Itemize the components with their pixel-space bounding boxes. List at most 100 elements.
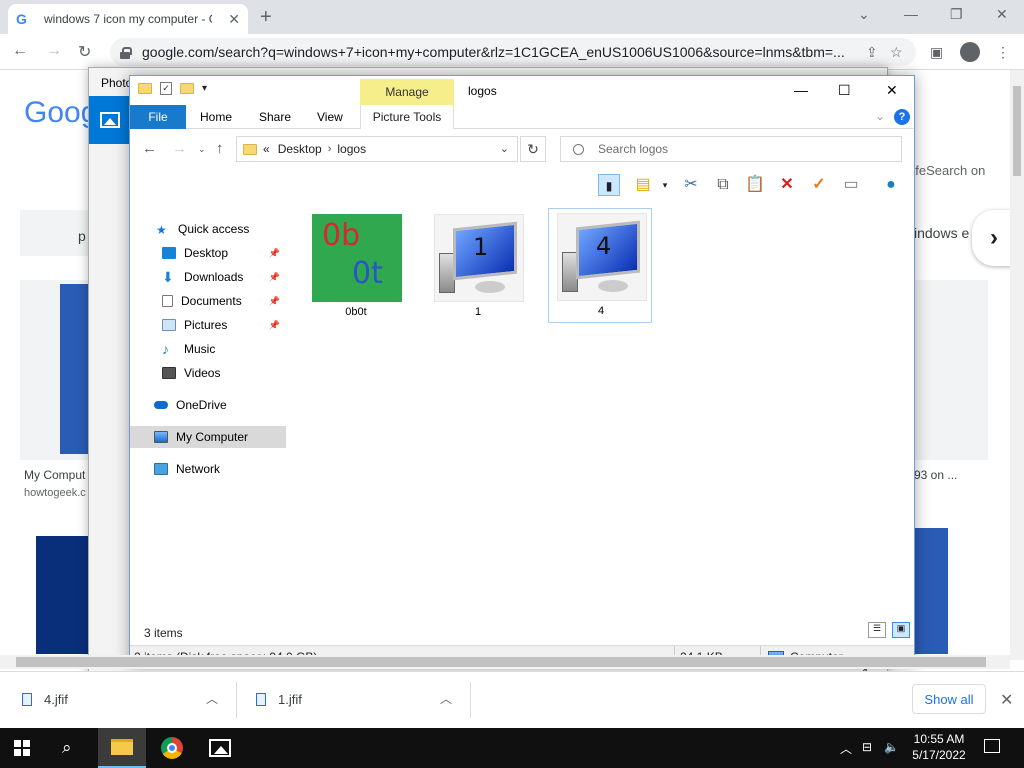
tab-home[interactable]: Home <box>200 110 232 124</box>
minimize-button[interactable]: — <box>904 6 918 22</box>
details-view-icon[interactable]: ☰ <box>868 622 886 638</box>
layout-icon[interactable]: ▤ <box>632 174 654 196</box>
properties-icon[interactable]: ✓ <box>160 82 172 95</box>
page-horizontal-scrollbar[interactable] <box>0 655 1010 669</box>
tab-view[interactable]: View <box>317 110 343 124</box>
safesearch-toggle[interactable]: afeSearch on <box>908 163 985 178</box>
chevron-up-icon[interactable]: ︿ <box>206 690 218 707</box>
nav-item-onedrive[interactable]: OneDrive <box>130 394 286 416</box>
image-result-caption[interactable]: My Comput <box>24 468 85 482</box>
scrollbar-thumb[interactable] <box>1013 86 1021 176</box>
file-item-0b0t[interactable]: 0b 0t 0b0t <box>304 210 408 325</box>
search-icon[interactable]: ⌕ <box>62 738 72 758</box>
preview-pane-icon[interactable]: ▮ <box>598 174 620 196</box>
download-item-1-jfif[interactable]: 1.jfif <box>256 692 302 707</box>
image-result-thumbnail-2[interactable] <box>36 536 96 654</box>
address-box[interactable]: « Desktop › logos ⌄ <box>236 136 518 162</box>
restore-button[interactable]: ❐ <box>950 6 963 23</box>
close-tab-icon[interactable]: ✕ <box>228 11 240 28</box>
layout-dropdown-icon[interactable]: ▾ <box>654 174 676 196</box>
show-hidden-icons-chevron-icon[interactable]: ︿ <box>840 740 852 757</box>
pin-icon[interactable]: 📌 <box>269 296 280 307</box>
pin-icon[interactable]: 📌 <box>269 320 280 331</box>
search-input[interactable]: Search logos <box>560 136 902 162</box>
new-tab-button[interactable]: + <box>260 6 272 29</box>
taskbar-file-explorer[interactable] <box>98 728 146 768</box>
nav-item-quick-access[interactable]: ★ Quick access <box>130 218 286 240</box>
taskbar-chrome[interactable] <box>148 728 196 768</box>
tab-share[interactable]: Share <box>259 110 291 124</box>
scrollbar-thumb[interactable] <box>16 657 986 667</box>
taskbar-photos[interactable] <box>196 728 244 768</box>
nav-item-pictures[interactable]: Pictures 📌 <box>130 314 286 336</box>
clock[interactable]: 10:55 AM 5/17/2022 <box>906 731 972 763</box>
maximize-button[interactable]: ☐ <box>838 82 851 99</box>
address-bar[interactable]: google.com/search?q=windows+7+icon+my+co… <box>110 38 916 66</box>
pin-icon[interactable]: 📌 <box>269 272 280 283</box>
manage-tab[interactable]: Manage <box>360 79 454 105</box>
nav-item-network[interactable]: Network <box>130 458 286 480</box>
nav-item-documents[interactable]: Documents 📌 <box>130 290 286 312</box>
menu-kebab-icon[interactable]: ⋮ <box>996 44 1010 61</box>
download-item-4-jfif[interactable]: 4.jfif <box>22 692 68 707</box>
recent-locations-icon[interactable]: ⌄ <box>198 144 206 155</box>
share-icon[interactable]: ⇪ <box>866 44 878 61</box>
large-icons-view-icon[interactable]: ▣ <box>892 622 910 638</box>
file-item-1[interactable]: 1 1 <box>426 210 530 325</box>
side-panel-icon[interactable]: ▣ <box>930 44 943 61</box>
image-result-thumbnail-3[interactable] <box>914 528 948 654</box>
file-item-4[interactable]: 4 4 <box>548 208 652 323</box>
image-result-right[interactable] <box>914 280 988 460</box>
back-icon[interactable]: ← <box>142 140 157 157</box>
pin-icon[interactable]: 📌 <box>269 248 280 259</box>
google-logo[interactable]: Goog <box>24 96 97 130</box>
tab-file[interactable]: File <box>130 105 186 129</box>
new-folder-icon[interactable] <box>180 83 194 94</box>
reload-button[interactable]: ↻ <box>78 42 91 62</box>
nav-item-my-computer[interactable]: My Computer <box>130 426 286 448</box>
nav-item-downloads[interactable]: ⬇ Downloads 📌 <box>130 266 286 288</box>
checkmark-icon[interactable]: ✓ <box>808 174 830 196</box>
tab-picture-tools[interactable]: Picture Tools <box>360 105 454 129</box>
bookmark-star-icon[interactable]: ☆ <box>890 44 903 61</box>
breadcrumb-logos[interactable]: logos <box>337 142 366 156</box>
customize-toolbar-icon[interactable]: ▾ <box>202 83 207 94</box>
close-button[interactable]: ✕ <box>886 82 898 99</box>
breadcrumb-separator-icon[interactable]: › <box>328 143 332 155</box>
minimize-button[interactable]: — <box>794 82 808 98</box>
up-icon[interactable]: ↑ <box>216 140 224 157</box>
photos-app-icon[interactable] <box>89 96 131 144</box>
tab-search-icon[interactable]: ⌄ <box>858 6 870 23</box>
globe-icon[interactable]: ● <box>880 174 902 196</box>
nav-item-videos[interactable]: Videos <box>130 362 286 384</box>
profile-avatar[interactable] <box>960 42 980 62</box>
forward-icon[interactable]: → <box>172 140 187 157</box>
close-downloads-icon[interactable]: ✕ <box>1000 690 1013 710</box>
cut-icon[interactable]: ✂ <box>680 174 702 196</box>
chevron-up-icon[interactable]: ︿ <box>440 690 452 707</box>
network-icon[interactable]: ⊟ <box>862 740 872 754</box>
lock-icon[interactable] <box>120 46 132 59</box>
address-dropdown-icon[interactable]: ⌄ <box>500 142 509 155</box>
windows-start-icon[interactable] <box>14 740 30 756</box>
help-icon[interactable]: ? <box>894 109 910 125</box>
nav-item-music[interactable]: ♪ Music <box>130 338 286 360</box>
browser-tab[interactable]: G windows 7 icon my computer - G ✕ <box>8 4 248 34</box>
delete-icon[interactable]: ✕ <box>776 174 798 196</box>
rename-icon[interactable]: ▭ <box>840 174 862 196</box>
notifications-icon[interactable] <box>984 739 1000 753</box>
back-button[interactable]: ← <box>12 42 28 60</box>
page-vertical-scrollbar[interactable] <box>1010 70 1024 660</box>
close-window-button[interactable]: ✕ <box>996 6 1008 23</box>
refresh-button[interactable]: ↻ <box>520 136 546 162</box>
image-result-caption-right[interactable]: 93 on ... <box>914 468 957 482</box>
show-all-button[interactable]: Show all <box>912 684 986 714</box>
nav-item-desktop[interactable]: Desktop 📌 <box>130 242 286 264</box>
forward-button[interactable]: → <box>46 42 62 60</box>
copy-icon[interactable]: ⧉ <box>712 174 734 196</box>
breadcrumb-overflow[interactable]: « <box>263 142 270 156</box>
volume-icon[interactable]: 🔈 <box>884 740 899 754</box>
paste-icon[interactable]: 📋 <box>744 174 766 196</box>
expand-ribbon-icon[interactable]: ⌄ <box>875 109 885 123</box>
breadcrumb-desktop[interactable]: Desktop <box>278 142 322 156</box>
